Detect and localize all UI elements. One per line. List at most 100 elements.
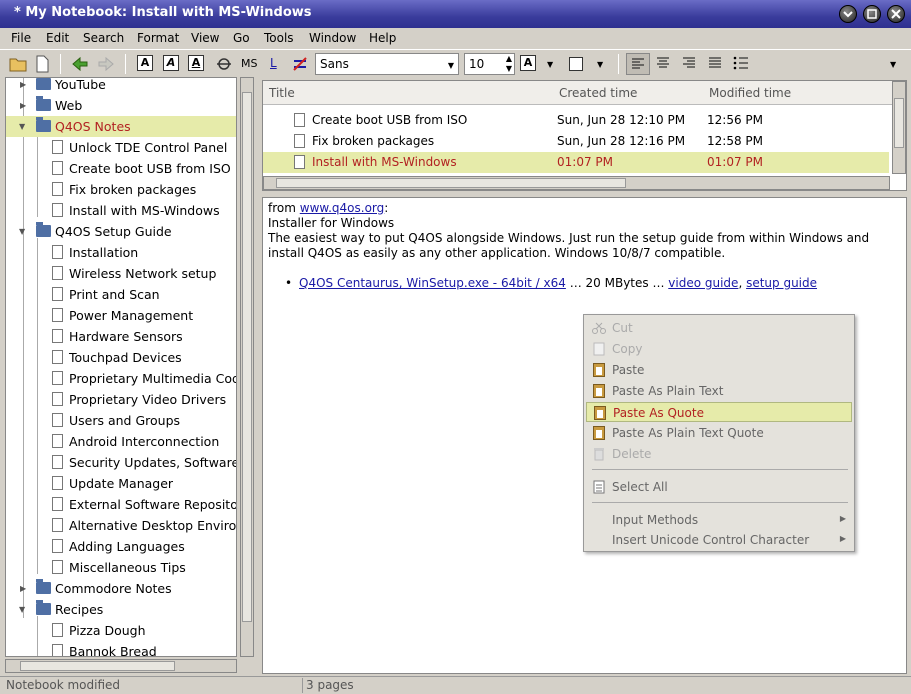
download-link[interactable]: Q4OS Centaurus, WinSetup.exe - 64bit / x… xyxy=(299,276,566,290)
align-center-button[interactable] xyxy=(652,53,676,75)
tree-item[interactable]: Power Management xyxy=(6,305,236,326)
tree-item[interactable]: External Software Repositori xyxy=(6,494,236,515)
maximize-button[interactable] xyxy=(863,5,881,23)
tree-item[interactable]: Pizza Dough xyxy=(6,620,236,641)
tree-item[interactable]: Create boot USB from ISO xyxy=(6,158,236,179)
col-title[interactable]: Title xyxy=(269,86,295,100)
tree-item[interactable]: Print and Scan xyxy=(6,284,236,305)
link-button[interactable]: L xyxy=(270,56,277,70)
clipboard-icon xyxy=(594,406,606,420)
new-page-icon[interactable] xyxy=(32,54,52,74)
tree-item[interactable]: ▶ Commodore Notes xyxy=(6,578,236,599)
tree-item[interactable]: Fix broken packages xyxy=(6,179,236,200)
setup-guide-link[interactable]: setup guide xyxy=(746,276,817,290)
justify-button[interactable] xyxy=(704,53,728,75)
tree-item[interactable]: Alternative Desktop Environn xyxy=(6,515,236,536)
toolbar-overflow-icon[interactable]: ▼ xyxy=(890,60,896,69)
menu-item-unicode-control[interactable]: Insert Unicode Control Character ▶ xyxy=(586,530,852,550)
forward-arrow-icon[interactable] xyxy=(96,54,116,74)
underline-icon[interactable]: A xyxy=(188,55,204,71)
source-link[interactable]: www.q4os.org xyxy=(300,201,385,215)
font-size-spinner[interactable]: 10 ▲ ▼ xyxy=(464,53,515,75)
list-scroll-thumb[interactable] xyxy=(894,98,904,148)
menu-item-paste-quote[interactable]: Paste As Quote xyxy=(586,402,852,422)
tree-item[interactable]: Bannok Bread xyxy=(6,641,236,656)
editor-line: Installer for Windows xyxy=(268,216,395,230)
back-arrow-icon[interactable] xyxy=(70,54,90,74)
tree-hscroll-thumb[interactable] xyxy=(20,661,175,671)
tree-item[interactable]: ▶ YouTube xyxy=(6,78,236,95)
tree-item[interactable]: Proprietary Multimedia Code xyxy=(6,368,236,389)
table-row[interactable]: Create boot USB from ISO Sun, Jun 28 12:… xyxy=(263,110,889,131)
list-hscrollbar[interactable] xyxy=(263,176,890,190)
text-color-icon[interactable]: A xyxy=(520,55,536,71)
page-icon xyxy=(52,203,63,217)
menu-item-paste[interactable]: Paste xyxy=(586,360,852,380)
tree-item[interactable]: Touchpad Devices xyxy=(6,347,236,368)
menu-file[interactable]: File xyxy=(11,31,31,45)
bold-icon[interactable]: A xyxy=(137,55,153,71)
menu-search[interactable]: Search xyxy=(83,31,124,45)
menu-item-delete[interactable]: Delete xyxy=(586,444,852,464)
page-list[interactable]: Title Created time Modified time Create … xyxy=(262,80,907,191)
chevron-down-icon xyxy=(843,11,853,18)
video-guide-link[interactable]: video guide xyxy=(668,276,738,290)
menu-item-cut[interactable]: Cut xyxy=(586,318,852,338)
menu-tools[interactable]: Tools xyxy=(264,31,294,45)
open-folder-icon[interactable] xyxy=(8,54,28,74)
spin-up-icon[interactable]: ▲ xyxy=(506,54,512,63)
strikethrough-icon[interactable] xyxy=(214,54,234,74)
spin-down-icon[interactable]: ▼ xyxy=(506,64,512,73)
table-row[interactable]: Fix broken packages Sun, Jun 28 12:16 PM… xyxy=(263,131,889,152)
tree-item[interactable]: Installation xyxy=(6,242,236,263)
tree-item[interactable]: Install with MS-Windows xyxy=(6,200,236,221)
monospace-button[interactable]: MS xyxy=(241,57,257,70)
menu-item-input-methods[interactable]: Input Methods ▶ xyxy=(586,510,852,530)
tree-scroll-thumb[interactable] xyxy=(242,92,252,622)
menu-format[interactable]: Format xyxy=(137,31,179,45)
list-scrollbar[interactable] xyxy=(892,81,906,174)
tree-item[interactable]: Proprietary Video Drivers xyxy=(6,389,236,410)
shade-window-button[interactable] xyxy=(839,5,857,23)
tree-item[interactable]: Wireless Network setup xyxy=(6,263,236,284)
align-left-button[interactable] xyxy=(626,53,650,75)
font-family-combo[interactable]: Sans ▼ xyxy=(315,53,459,75)
tree-item[interactable]: Update Manager xyxy=(6,473,236,494)
submenu-arrow-icon: ▶ xyxy=(839,514,846,523)
tree-item[interactable]: Miscellaneous Tips xyxy=(6,557,236,578)
tree-item[interactable]: Hardware Sensors xyxy=(6,326,236,347)
tree-item[interactable]: ▶ Web xyxy=(6,95,236,116)
menu-go[interactable]: Go xyxy=(233,31,250,45)
notebook-tree[interactable]: ▶ YouTube ▶ Web ▼ Q4OS Notes Unlock TDE Con… xyxy=(5,77,237,657)
tree-item[interactable]: Security Updates, Software M xyxy=(6,452,236,473)
align-right-button[interactable] xyxy=(678,53,702,75)
menu-item-select-all[interactable]: Select All xyxy=(586,477,852,497)
menu-view[interactable]: View xyxy=(191,31,219,45)
tree-item[interactable]: ▼ Q4OS Setup Guide xyxy=(6,221,236,242)
menu-help[interactable]: Help xyxy=(369,31,396,45)
table-row[interactable]: Install with MS-Windows 01:07 PM 01:07 P… xyxy=(263,152,889,173)
tree-item[interactable]: Users and Groups xyxy=(6,410,236,431)
tree-item[interactable]: Adding Languages xyxy=(6,536,236,557)
menu-item-paste-plain-quote[interactable]: Paste As Plain Text Quote xyxy=(586,423,852,443)
tree-scrollbar[interactable] xyxy=(240,77,254,657)
background-color-icon[interactable] xyxy=(569,57,583,71)
menu-window[interactable]: Window xyxy=(309,31,356,45)
tree-item[interactable]: ▼ Recipes xyxy=(6,599,236,620)
menu-edit[interactable]: Edit xyxy=(46,31,69,45)
tree-item[interactable]: ▼ Q4OS Notes xyxy=(6,116,236,137)
tree-item[interactable]: Android Interconnection xyxy=(6,431,236,452)
remove-link-icon[interactable] xyxy=(290,54,310,74)
bullet-list-button[interactable] xyxy=(730,53,754,75)
chevron-down-icon[interactable]: ▼ xyxy=(547,60,553,69)
col-modified[interactable]: Modified time xyxy=(709,86,791,100)
list-hscroll-thumb[interactable] xyxy=(276,178,626,188)
tree-hscrollbar[interactable] xyxy=(5,659,237,673)
close-button[interactable] xyxy=(887,5,905,23)
col-created[interactable]: Created time xyxy=(559,86,637,100)
menu-item-copy[interactable]: Copy xyxy=(586,339,852,359)
italic-icon[interactable]: A xyxy=(163,55,179,71)
menu-item-paste-plain[interactable]: Paste As Plain Text xyxy=(586,381,852,401)
tree-item[interactable]: Unlock TDE Control Panel xyxy=(6,137,236,158)
chevron-down-icon[interactable]: ▼ xyxy=(597,60,603,69)
